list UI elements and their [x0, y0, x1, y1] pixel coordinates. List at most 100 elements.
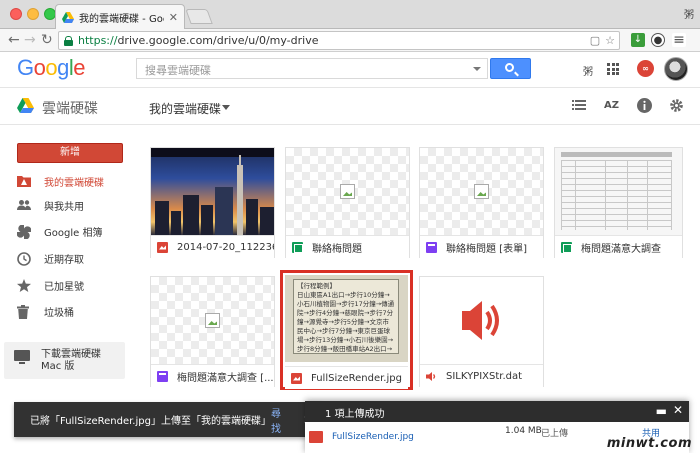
file-card[interactable]: 聯絡梅問題 [表單]: [419, 147, 544, 258]
translate-icon[interactable]: ▢: [590, 34, 600, 47]
notifications-icon[interactable]: ∞: [637, 60, 654, 77]
tab-title: 我的雲端硬碟 - Google 雲端: [79, 13, 164, 25]
browser-tab[interactable]: 我的雲端硬碟 - Google 雲端 ✕: [55, 4, 185, 29]
file-card[interactable]: 梅問題滿意大調查 [...: [150, 276, 275, 387]
sidebar-item-starred[interactable]: 已加星號: [0, 273, 130, 297]
image-file-icon: [157, 241, 168, 253]
new-tab-button[interactable]: [185, 9, 213, 24]
new-button[interactable]: 新增: [17, 143, 123, 163]
subheader-divider: [0, 124, 700, 125]
sidebar-item-label: 我的雲端硬碟: [44, 177, 104, 189]
tab-close-icon[interactable]: ✕: [169, 11, 178, 24]
sidebar-item-shared[interactable]: 與我共用: [0, 193, 130, 217]
search-input[interactable]: 搜尋雲端硬碟: [136, 58, 488, 79]
broken-image-icon: [205, 313, 220, 328]
url-path: drive.google.com/drive/u/0/my-drive: [117, 34, 319, 47]
drive-logo-icon: [17, 98, 34, 113]
audio-file-icon: [426, 371, 437, 382]
user-name[interactable]: 粥: [583, 63, 593, 78]
logo-letter: e: [73, 55, 86, 80]
upload-status: 已上傳: [541, 429, 569, 439]
file-thumbnail: 【行程範例】 日山東區A1出口→步行10分鐘→小石川植物園→步行17分鐘→傳通院…: [285, 275, 408, 364]
sidebar-item-photos[interactable]: Google 相簿: [0, 219, 130, 243]
file-thumbnail: [151, 148, 274, 235]
sidebar-item-label: Google 相簿: [44, 227, 103, 239]
lock-icon: [64, 36, 73, 46]
browser-profile-label[interactable]: 粥: [684, 6, 694, 21]
back-arrow-icon[interactable]: ←: [8, 32, 20, 48]
download-extension-icon[interactable]: ↓: [631, 33, 645, 47]
file-card[interactable]: 聯絡梅問題: [285, 147, 410, 258]
info-icon[interactable]: [637, 98, 653, 114]
promo-label: 下載雲端硬碟 Mac 版: [41, 349, 101, 372]
file-footer: 2014-07-20_112236....: [151, 235, 274, 258]
file-card[interactable]: 2014-07-20_112236....: [150, 147, 275, 258]
sidebar-item-my-drive[interactable]: 我的雲端硬碟: [0, 169, 130, 193]
watermark: minwt.com: [606, 436, 692, 451]
forms-file-icon: [426, 241, 437, 255]
broken-image-icon: [340, 184, 355, 199]
upload-file-name[interactable]: FullSizeRender.jpg: [332, 432, 414, 442]
settings-icon[interactable]: [669, 98, 685, 114]
file-footer: FullSizeRender.jpg: [285, 366, 408, 389]
file-card-selected[interactable]: 【行程範例】 日山東區A1出口→步行10分鐘→小石川植物園→步行17分鐘→傳通院…: [280, 270, 413, 390]
bookmark-star-icon[interactable]: ☆: [605, 34, 615, 47]
file-name: SILKYPIXStr.dat: [446, 370, 523, 382]
breadcrumb[interactable]: 我的雲端硬碟: [149, 100, 221, 117]
app-title: 雲端硬碟: [42, 101, 98, 117]
toast-find-link[interactable]: 尋找: [271, 405, 281, 435]
people-icon: [17, 199, 31, 212]
file-name: 梅問題滿意大調查: [581, 243, 661, 255]
file-footer: 梅問題滿意大調查: [555, 235, 682, 258]
broken-image-icon: [474, 184, 489, 199]
note-text: 【行程範例】 日山東區A1出口→步行10分鐘→小石川植物園→步行17分鐘→傳通院…: [293, 279, 399, 354]
search-icon: [505, 63, 514, 72]
search-options-icon[interactable]: [473, 67, 481, 71]
list-view-icon[interactable]: [572, 98, 588, 114]
sidebar-item-label: 已加星號: [44, 281, 84, 293]
file-card[interactable]: SILKYPIXStr.dat: [419, 276, 544, 387]
file-thumbnail: [151, 277, 274, 364]
sidebar-item-label: 與我共用: [44, 201, 84, 213]
forward-arrow-icon[interactable]: →: [24, 32, 36, 48]
browser-toolbar: ← → ↻ https:// drive.google.com/drive/u/…: [0, 29, 700, 52]
browser-tabstrip: 我的雲端硬碟 - Google 雲端 ✕ 粥: [0, 0, 700, 29]
chevron-down-icon[interactable]: [222, 105, 230, 110]
search-button[interactable]: [490, 58, 531, 79]
close-icon[interactable]: ✕: [673, 403, 683, 417]
sheets-file-icon: [561, 241, 572, 253]
google-logo[interactable]: Google: [17, 55, 86, 81]
forms-file-icon: [157, 370, 168, 384]
address-bar[interactable]: https:// drive.google.com/drive/u/0/my-d…: [58, 31, 620, 50]
sidebar-item-trash[interactable]: 垃圾桶: [0, 299, 130, 323]
upload-toast: 已將「FullSizeRender.jpg」上傳至「我的雲端硬碟」 尋找 ✕: [14, 402, 322, 437]
minimize-window-button[interactable]: [27, 8, 39, 20]
image-file-icon: [291, 372, 302, 384]
file-footer: SILKYPIXStr.dat: [420, 364, 543, 387]
chrome-menu-icon[interactable]: ≡: [672, 33, 686, 47]
upload-panel-header[interactable]: 1 項上傳成功 ▬ ✕: [305, 401, 689, 422]
minimize-icon[interactable]: ▬: [656, 404, 667, 418]
image-file-icon: [309, 431, 323, 443]
file-footer: 聯絡梅問題 [表單]: [420, 235, 543, 258]
url-scheme: https://: [78, 34, 118, 47]
header-divider: [0, 87, 700, 88]
spreadsheet-thumbnail: [555, 148, 682, 235]
sort-az-icon[interactable]: AZ: [604, 98, 620, 114]
computer-icon: [14, 350, 30, 364]
logo-letter: g: [57, 55, 69, 80]
file-thumbnail: [420, 277, 543, 364]
apps-grid-icon[interactable]: [607, 63, 619, 75]
download-mac-promo[interactable]: 下載雲端硬碟 Mac 版: [4, 342, 125, 379]
file-card[interactable]: 梅問題滿意大調查: [554, 147, 683, 258]
file-thumbnail: [555, 148, 682, 235]
search-placeholder: 搜尋雲端硬碟: [145, 64, 211, 77]
reload-icon[interactable]: ↻: [41, 32, 53, 48]
sidebar-item-recent[interactable]: 近期存取: [0, 246, 130, 270]
avatar[interactable]: [664, 57, 688, 81]
extension-icon[interactable]: ●: [651, 33, 665, 47]
photo-note-thumbnail: 【行程範例】 日山東區A1出口→步行10分鐘→小石川植物園→步行17分鐘→傳通院…: [285, 275, 408, 362]
trash-icon: [17, 304, 31, 319]
star-icon: [17, 278, 31, 292]
close-window-button[interactable]: [10, 8, 22, 20]
